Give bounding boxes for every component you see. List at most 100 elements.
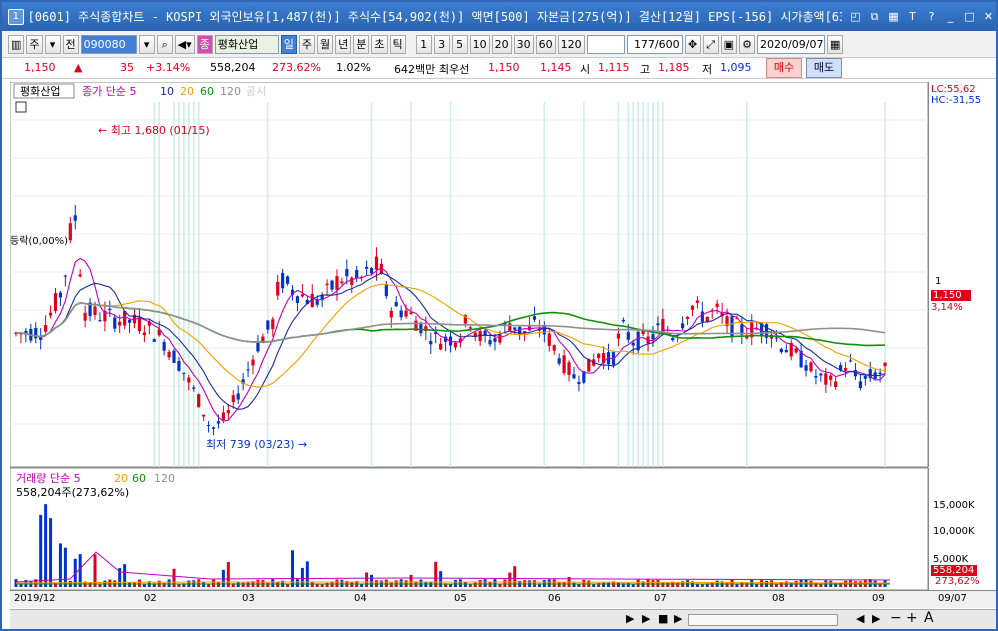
- scroll-thumb[interactable]: [688, 614, 838, 626]
- buy-button[interactable]: 매수: [766, 58, 802, 78]
- candle-body: [266, 320, 270, 330]
- candle-body: [557, 358, 561, 364]
- search-icon[interactable]: ⌕: [156, 34, 173, 54]
- volume-bar: [602, 582, 606, 587]
- zoom-left-icon[interactable]: ◀: [856, 612, 864, 625]
- count-field[interactable]: 177/600: [626, 34, 683, 54]
- volume-legend: 거래량 단순 5: [16, 472, 81, 485]
- candle-body: [345, 269, 349, 277]
- low-note: 최저 739 (03/23) →: [206, 438, 307, 451]
- interval-30-button[interactable]: 30: [513, 34, 534, 54]
- close-icon[interactable]: ✕: [981, 9, 996, 24]
- zoom-out-icon[interactable]: −: [890, 610, 902, 626]
- tab-daily[interactable]: 일: [280, 34, 297, 54]
- price-chart[interactable]: 평화산업 종가 단순 5 10 20 60 120 공시 ← 최고 1,680 (01/15)…: [10, 82, 928, 590]
- code-dropdown-icon[interactable]: ▾: [138, 34, 155, 54]
- candle-body: [498, 334, 502, 343]
- volume-bar: [78, 554, 82, 587]
- interval-5-button[interactable]: 5: [451, 34, 468, 54]
- volume-pane: [10, 467, 928, 590]
- scroll-play-icon[interactable]: ▶: [642, 612, 650, 625]
- candle-body: [809, 362, 813, 372]
- calendar-icon[interactable]: ▦: [827, 34, 844, 54]
- zoom-icon[interactable]: ⤢: [702, 34, 719, 54]
- custom-interval-input[interactable]: [586, 34, 625, 54]
- hc-label: HC:-31,55: [931, 95, 982, 106]
- volume-bar: [330, 582, 334, 587]
- scroll-right-icon[interactable]: ▶: [674, 612, 682, 625]
- maximize-icon[interactable]: □: [962, 9, 977, 24]
- candle-body: [774, 337, 779, 339]
- candle-body: [295, 296, 300, 304]
- tile-icon[interactable]: ▦: [886, 9, 901, 24]
- text-icon[interactable]: T: [905, 9, 920, 24]
- tab-weekly[interactable]: 주: [298, 34, 316, 54]
- stock-name-field: 평화산업: [214, 34, 279, 54]
- panel-icon[interactable]: ▥: [8, 34, 25, 54]
- tab-minute[interactable]: 분: [353, 34, 370, 54]
- sell-button[interactable]: 매도: [806, 58, 842, 78]
- volume-bar: [58, 543, 62, 587]
- gear-icon[interactable]: ⚙: [739, 34, 756, 54]
- volume-bar: [508, 572, 512, 587]
- current-price-tag: 1,150: [931, 290, 971, 301]
- volume-bar: [493, 579, 497, 587]
- current-price: 1,150: [24, 61, 56, 74]
- candle-body: [784, 349, 788, 353]
- candle-body: [300, 294, 304, 297]
- volume-bar: [453, 579, 457, 587]
- dropdown-arrow-icon[interactable]: ▾: [44, 34, 61, 54]
- date-label: 02: [144, 593, 157, 604]
- interval-60-button[interactable]: 60: [535, 34, 556, 54]
- candle-body: [409, 312, 413, 314]
- all-button[interactable]: 전: [62, 34, 79, 54]
- volume-bar: [54, 582, 58, 587]
- help-icon[interactable]: ?: [924, 9, 939, 24]
- stock-code-input[interactable]: 090080: [80, 34, 137, 54]
- vol-tick-15000k: 15,000K: [933, 500, 975, 511]
- tab-tick[interactable]: 틱: [389, 34, 406, 54]
- restore-icon[interactable]: ◰: [848, 9, 863, 24]
- candle-body: [48, 312, 53, 316]
- interval-120-button[interactable]: 120: [557, 34, 585, 54]
- trade-amount: 642백만: [394, 63, 436, 76]
- stock-label: 평화산업: [20, 85, 60, 98]
- candle-body: [246, 369, 250, 371]
- zoom-right-icon[interactable]: ▶: [872, 612, 880, 625]
- save-icon[interactable]: ▣: [720, 34, 738, 54]
- volume-bar: [241, 582, 245, 587]
- candle-body: [542, 325, 546, 335]
- interval-1-button[interactable]: 1: [415, 34, 432, 54]
- volume-bar: [271, 579, 275, 587]
- volume-bar: [661, 582, 665, 587]
- tab-monthly[interactable]: 월: [317, 34, 334, 54]
- cursor-icon[interactable]: ✥: [684, 34, 701, 54]
- candle-body: [488, 340, 492, 345]
- tab-yearly[interactable]: 년: [335, 34, 352, 54]
- chart-scrollbar[interactable]: ▶ ▶ ■ ▶ ◀ ▶ − + A: [10, 609, 996, 629]
- period-week-button[interactable]: 주: [26, 34, 43, 54]
- candle-body: [513, 327, 517, 330]
- interval-3-button[interactable]: 3: [433, 34, 450, 54]
- volume-bar: [216, 582, 220, 587]
- candle-body: [202, 414, 206, 417]
- candle-body: [63, 275, 67, 277]
- font-size-icon[interactable]: A: [924, 610, 934, 626]
- minimize-icon[interactable]: _: [943, 9, 958, 24]
- link-icon[interactable]: ⧉: [867, 9, 882, 24]
- date-input[interactable]: 2020/09/07: [757, 34, 826, 54]
- interval-20-button[interactable]: 20: [491, 34, 512, 54]
- scroll-left-icon[interactable]: ▶: [626, 612, 634, 625]
- volume-bar: [212, 579, 216, 587]
- interval-10-button[interactable]: 10: [469, 34, 490, 54]
- volume-bar: [409, 574, 413, 587]
- speaker-icon[interactable]: ◀▾: [174, 34, 195, 54]
- axis-tick-label: 1: [935, 276, 942, 287]
- low-price: 1,095: [720, 61, 752, 74]
- zoom-in-icon[interactable]: +: [906, 610, 918, 626]
- candle-body: [231, 395, 235, 403]
- tab-second[interactable]: 초: [371, 34, 388, 54]
- candle-body: [73, 215, 77, 221]
- current-percent-tag: 3,14%: [931, 302, 963, 313]
- stop-icon[interactable]: ■: [658, 612, 668, 625]
